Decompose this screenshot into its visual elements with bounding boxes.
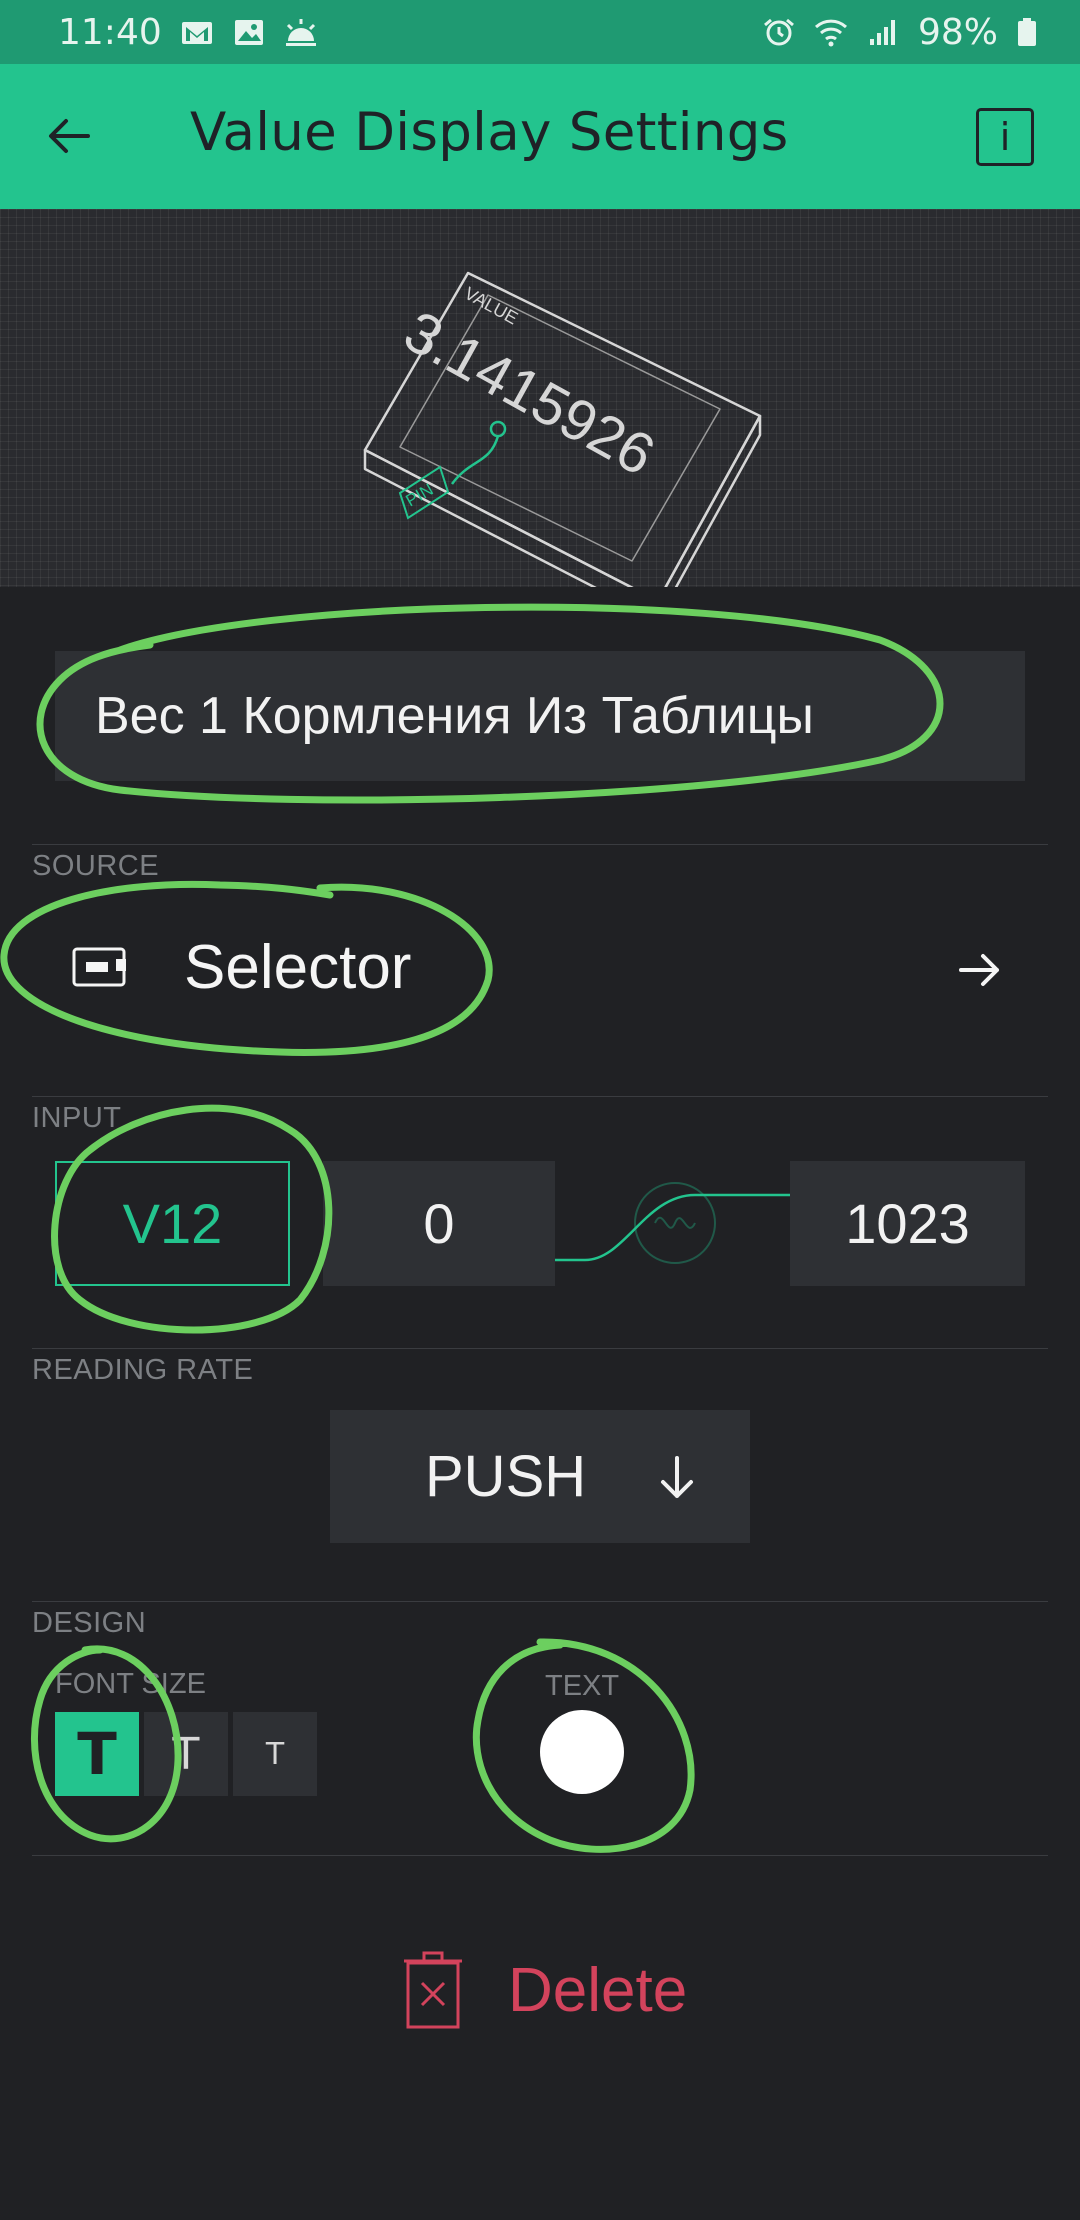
gmail-icon — [181, 22, 212, 44]
delete-label: Delete — [508, 1955, 688, 2025]
divider — [32, 1348, 1048, 1349]
divider — [32, 844, 1048, 845]
preview-value: 3.1415926 — [394, 299, 665, 489]
status-left: 11:40 — [58, 12, 318, 53]
arrow-down-icon — [661, 1456, 693, 1498]
divider — [32, 1601, 1048, 1602]
divider — [32, 1096, 1048, 1097]
pin-selector[interactable]: V12 — [55, 1161, 290, 1286]
app-bar: Value Display Settings i — [0, 64, 1080, 209]
value-display-illustration: VALUE 3.1415926 PIN — [363, 271, 762, 587]
weather-icon — [285, 19, 316, 46]
widget-preview: VALUE 3.1415926 PIN — [0, 209, 1080, 587]
delete-button[interactable]: Delete — [400, 1940, 687, 2040]
font-size-small-button[interactable]: T — [233, 1712, 317, 1796]
divider — [32, 1855, 1048, 1856]
alarm-icon — [764, 18, 794, 46]
battery-percent: 98% — [917, 11, 998, 53]
source-selector[interactable]: Selector — [0, 890, 1080, 1050]
font-size-medium-button[interactable]: T — [144, 1712, 228, 1796]
source-device-name: Selector — [184, 933, 412, 1002]
reading-rate-value: PUSH — [425, 1444, 587, 1509]
wifi-icon — [814, 19, 848, 47]
status-right: 98% — [762, 12, 1038, 53]
gallery-icon — [234, 20, 263, 45]
arrow-right-icon — [959, 954, 999, 986]
signal-icon — [869, 20, 895, 45]
page-title: Value Display Settings — [190, 102, 789, 163]
input-max-field[interactable]: 1023 — [790, 1161, 1025, 1286]
design-section-label: DESIGN — [32, 1607, 147, 1639]
font-size-large-button[interactable]: T — [55, 1712, 139, 1796]
mapping-curve-icon — [555, 1182, 791, 1264]
device-icon — [72, 947, 126, 987]
reading-rate-section-label: READING RATE — [32, 1354, 254, 1386]
input-min-field[interactable]: 0 — [323, 1161, 555, 1286]
status-time: 11:40 — [58, 11, 162, 53]
info-button[interactable]: i — [976, 108, 1034, 166]
trash-icon — [404, 1951, 462, 2029]
preview-caption: VALUE — [461, 283, 521, 328]
reading-rate-dropdown[interactable]: PUSH — [330, 1410, 750, 1543]
back-arrow-icon[interactable] — [40, 106, 100, 166]
status-bar: 11:40 98% — [0, 0, 1080, 64]
text-color-picker[interactable] — [540, 1710, 624, 1794]
source-section-label: SOURCE — [32, 850, 160, 882]
font-size-label: FONT SIZE — [55, 1668, 206, 1700]
widget-name-input[interactable]: Вес 1 Кормления Из Таблицы — [55, 651, 1025, 781]
battery-icon — [1018, 18, 1036, 46]
input-section-label: INPUT — [32, 1102, 122, 1134]
text-color-label: TEXT — [545, 1670, 620, 1702]
